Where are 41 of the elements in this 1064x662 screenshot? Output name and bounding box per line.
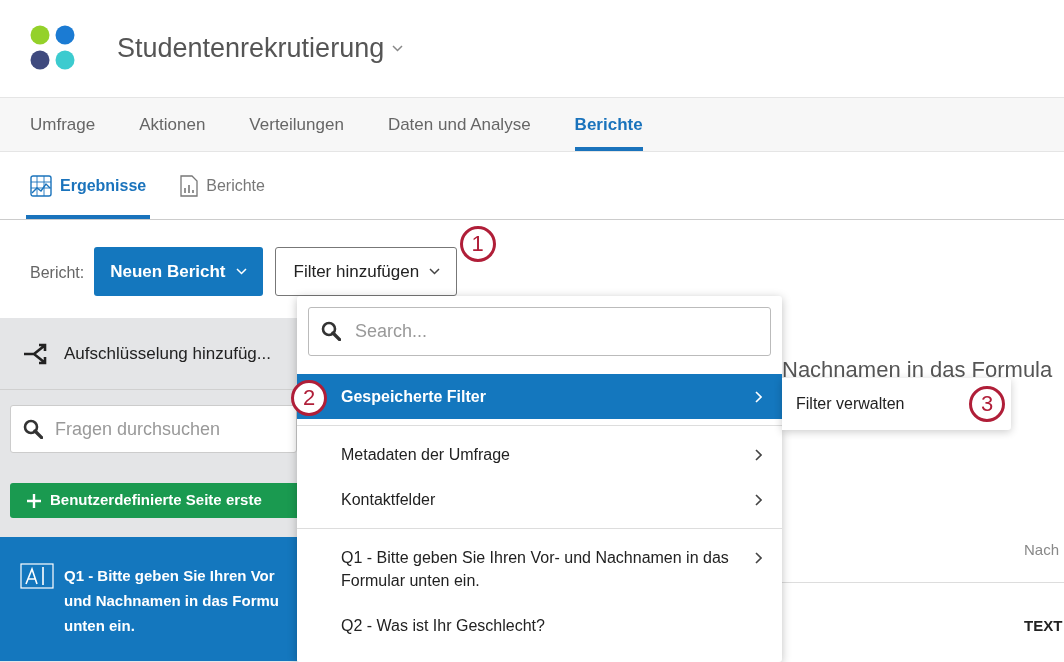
- report-label: Bericht:: [30, 263, 85, 283]
- sub-tab[interactable]: Berichte: [176, 152, 269, 219]
- nav-tab[interactable]: Berichte: [574, 98, 643, 151]
- custom-page-button[interactable]: Benutzerdefinierte Seite erste: [10, 483, 297, 518]
- breakdown-label: Aufschlüsselung hinzufüg...: [64, 342, 271, 365]
- chevron-right-icon: [755, 494, 762, 506]
- search-field[interactable]: Fragen durchsuchen: [10, 405, 297, 453]
- question-text-line: Q1 - Bitte geben Sie Ihren Vor: [64, 566, 276, 586]
- menu-item[interactable]: Metadaten der Umfrage: [297, 432, 782, 477]
- table-cell-text: TEXT: [1024, 615, 1064, 636]
- nav-tab[interactable]: Verteilungen: [249, 98, 344, 151]
- menu-item[interactable]: Q2 - Was ist Ihr Geschlecht?: [297, 603, 782, 648]
- add-filter-button[interactable]: Filter hinzufügen: [274, 247, 458, 296]
- search-icon: [23, 419, 43, 439]
- question-text-line: unten ein.: [64, 616, 136, 636]
- chevron-right-icon: [755, 552, 762, 564]
- menu-item[interactable]: Q1 - Bitte geben Sie Ihren Vor- und Nachnamen in das Formular unten ein.: [297, 535, 782, 603]
- callout-number: 3: [969, 386, 1005, 422]
- nav-tab[interactable]: Daten und Analyse: [387, 98, 531, 151]
- new-report-button[interactable]: Neuen Bericht: [94, 247, 263, 296]
- caret-icon: [235, 268, 247, 275]
- chart-grid-icon: [30, 174, 52, 197]
- column-header: Nach: [1024, 540, 1061, 560]
- chevron-right-icon: [755, 391, 762, 403]
- logo-icon: [30, 25, 77, 72]
- question-item[interactable]: Q1 - Bitte geben Sie Ihren Vor und Nachnamen in das Formu unten ein.: [0, 537, 297, 661]
- nav-tab[interactable]: Umfrage: [30, 98, 96, 151]
- menu-item[interactable]: Kontaktfelder: [297, 477, 782, 522]
- callout-number: 1: [459, 226, 496, 262]
- nav-tab[interactable]: Aktionen: [139, 98, 206, 151]
- sub-tab[interactable]: Ergebnisse: [26, 152, 151, 219]
- chevron-right-icon: [755, 449, 762, 461]
- survey-title[interactable]: Studentenrekrutierung: [117, 28, 385, 69]
- caret-icon: [392, 45, 404, 52]
- plus-icon: [26, 492, 42, 509]
- question-text-line: und Nachnamen in das Formu: [64, 591, 280, 611]
- search-field[interactable]: Search...: [308, 307, 771, 356]
- caret-icon: [429, 268, 441, 275]
- text-entry-icon: [20, 563, 54, 589]
- bar-chart-document-icon: [180, 174, 199, 197]
- search-icon: [321, 321, 341, 341]
